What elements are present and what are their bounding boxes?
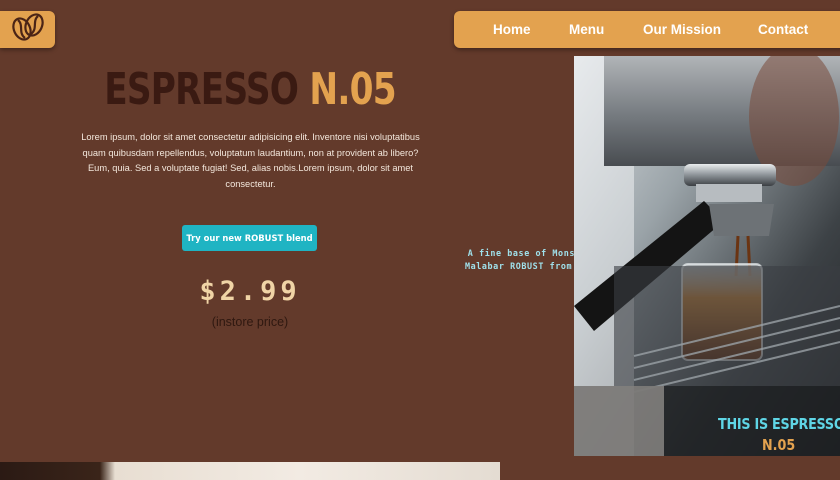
next-section-image (0, 462, 500, 480)
nav-our-mission-link[interactable]: Our Mission (643, 11, 721, 48)
nav-home-link[interactable]: Home (493, 11, 531, 48)
nav-menu-link[interactable]: Menu (569, 11, 604, 48)
price: $2.99 (199, 276, 301, 307)
hero-description: Lorem ipsum, dolor sit amet consectetur … (81, 132, 420, 189)
espresso-machine-photo (574, 56, 840, 456)
logo[interactable] (0, 11, 55, 48)
try-robust-blend-button[interactable]: Try our new ROBUST blend (182, 225, 317, 251)
title-main: ESPRESSO (104, 64, 299, 115)
photo-caption-line2: N.05 (762, 436, 796, 454)
price-note: (instore price) (211, 315, 289, 329)
page-title: ESPRESSO N.05 (55, 62, 445, 118)
coffee-beans-icon (10, 11, 46, 48)
main-nav: Home Menu Our Mission Contact (454, 11, 840, 48)
photo-caption-line1: THIS IS ESPRESSO (718, 415, 840, 433)
nav-contact-link[interactable]: Contact (758, 11, 808, 48)
title-accent: N.05 (309, 64, 396, 115)
